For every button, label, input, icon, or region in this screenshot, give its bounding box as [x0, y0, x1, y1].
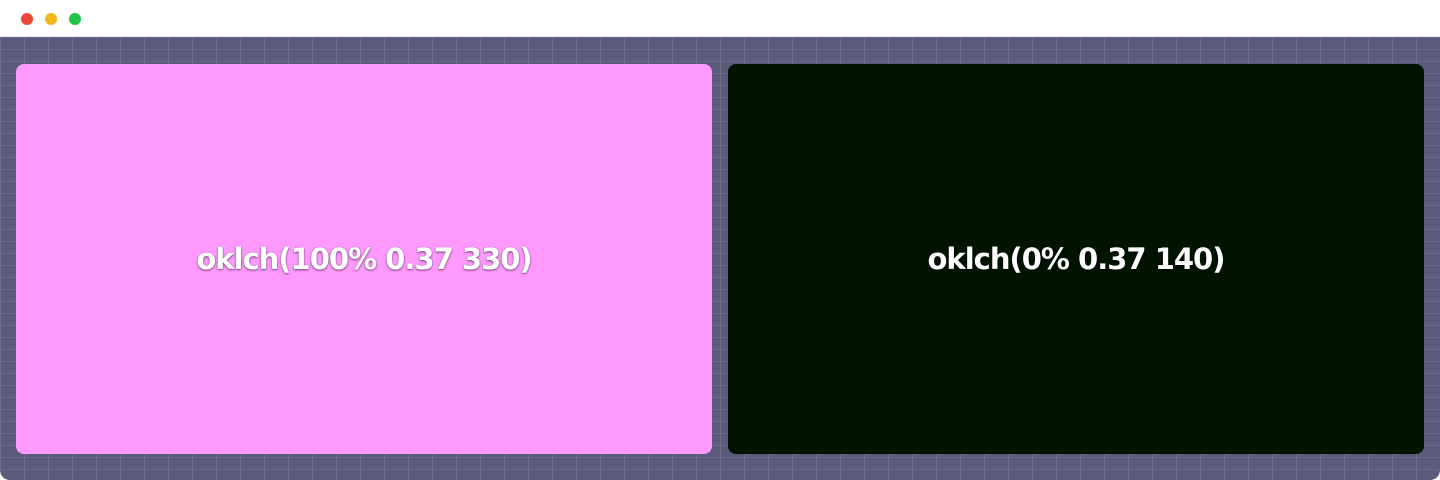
maximize-window-button[interactable] [69, 13, 81, 25]
swatch-label-light: oklch(100% 0.37 330) [196, 242, 532, 276]
color-swatch-light: oklch(100% 0.37 330) [16, 64, 712, 454]
browser-window: oklch(100% 0.37 330) oklch(0% 0.37 140) [0, 0, 1440, 480]
brick-background: oklch(100% 0.37 330) oklch(0% 0.37 140) [0, 37, 1440, 480]
title-bar [0, 0, 1440, 37]
color-swatch-dark: oklch(0% 0.37 140) [728, 64, 1424, 454]
swatch-label-dark: oklch(0% 0.37 140) [927, 242, 1225, 276]
close-window-button[interactable] [21, 13, 33, 25]
minimize-window-button[interactable] [45, 13, 57, 25]
